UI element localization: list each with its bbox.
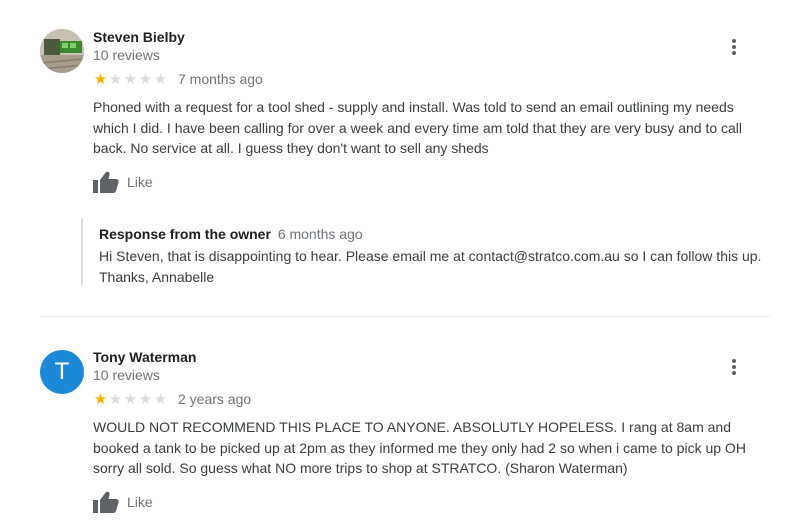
owner-response-text: Hi Steven, that is disappointing to hear… (99, 248, 762, 285)
review-date: 2 years ago (178, 391, 252, 407)
star-empty-icon: ★ (138, 390, 153, 408)
avatar[interactable] (40, 29, 84, 73)
reviewer-review-count[interactable]: 10 reviews (93, 367, 160, 383)
review-divider (40, 316, 770, 317)
reviewer-name[interactable]: Tony Waterman (93, 349, 196, 365)
review-text: WOULD NOT RECOMMEND THIS PLACE TO ANYONE… (93, 419, 746, 476)
review-date: 7 months ago (178, 71, 263, 87)
star-empty-icon: ★ (138, 70, 153, 88)
owner-response-header: Response from the owner 6 months ago (99, 226, 363, 242)
rating-row: ★ ★ ★ ★ ★ 7 months ago (93, 70, 263, 88)
like-button[interactable]: Like (93, 171, 153, 193)
owner-response-title: Response from the owner (99, 226, 271, 242)
thumbs-up-icon (93, 491, 119, 513)
star-rating: ★ ★ ★ ★ ★ (93, 72, 168, 87)
like-label: Like (127, 174, 153, 190)
avatar-letter: T (54, 358, 70, 385)
review-text: Phoned with a request for a tool shed - … (93, 99, 743, 156)
star-empty-icon: ★ (153, 390, 168, 408)
reviewer-review-count[interactable]: 10 reviews (93, 47, 160, 63)
star-empty-icon: ★ (123, 390, 138, 408)
more-options-icon[interactable] (726, 357, 742, 377)
star-rating: ★ ★ ★ ★ ★ (93, 392, 168, 407)
like-label: Like (127, 494, 153, 510)
star-empty-icon: ★ (123, 70, 138, 88)
thumbs-up-icon (93, 171, 119, 193)
star-empty-icon: ★ (153, 70, 168, 88)
reviewer-name[interactable]: Steven Bielby (93, 29, 185, 45)
rating-row: ★ ★ ★ ★ ★ 2 years ago (93, 390, 251, 408)
avatar[interactable]: T (40, 350, 84, 394)
star-filled-icon: ★ (93, 70, 108, 88)
star-empty-icon: ★ (108, 70, 123, 88)
star-empty-icon: ★ (108, 390, 123, 408)
like-button[interactable]: Like (93, 491, 153, 513)
owner-response-date: 6 months ago (277, 226, 363, 242)
star-filled-icon: ★ (93, 390, 108, 408)
profile-photo-icon (40, 29, 84, 73)
owner-response: Response from the owner 6 months ago Hi … (81, 218, 773, 285)
more-options-icon[interactable] (726, 37, 742, 57)
